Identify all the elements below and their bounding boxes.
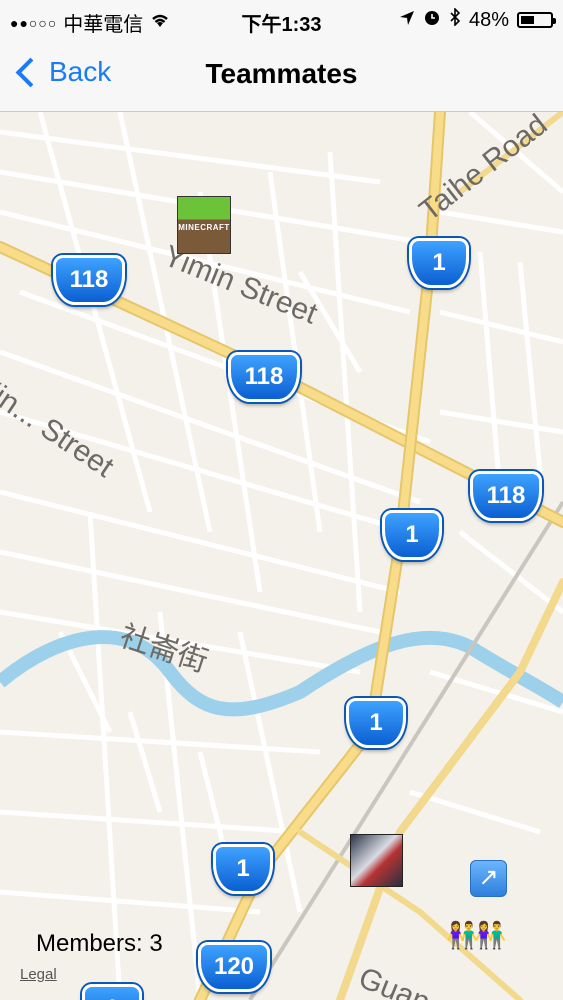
route-shield-118[interactable]: 118 (228, 352, 300, 402)
members-count: Members: 3 (36, 930, 163, 957)
teammate-avatar-robot[interactable] (350, 834, 403, 887)
alarm-clock-icon (423, 8, 441, 32)
route-shield-118[interactable]: 118 (470, 471, 542, 521)
route-shield-1[interactable]: 1 (382, 510, 442, 560)
route-shield-1[interactable]: 1 (409, 238, 469, 288)
route-shield-118[interactable]: 118 (53, 255, 125, 305)
legal-link[interactable]: Legal (20, 966, 57, 983)
status-bar: ●●○○○ 中華電信 下午1:33 48% (0, 0, 563, 38)
minecraft-caption: MINECRAFT (178, 223, 230, 232)
people-icon: 👫👫 (446, 920, 507, 950)
map-view[interactable]: Taihe Road Yimin Street Xin... Street 社崙… (0, 112, 563, 1000)
route-shield-1[interactable]: 1 (82, 984, 142, 1000)
route-shield-120[interactable]: 120 (198, 942, 270, 992)
route-shield-1[interactable]: 1 (213, 844, 273, 894)
route-shield-1[interactable]: 1 (346, 698, 406, 748)
navigation-bar: Back Teammates (0, 38, 563, 112)
battery-percent: 48% (468, 8, 509, 31)
page-title: Teammates (205, 58, 358, 89)
river (0, 630, 563, 717)
bluetooth-icon (449, 7, 461, 32)
status-right-group: 48% (399, 7, 556, 32)
arrow-up-right-icon[interactable]: ↗ (470, 860, 507, 897)
battery-fill (521, 16, 534, 24)
teammate-avatar-minecraft[interactable]: MINECRAFT (177, 196, 231, 254)
battery-icon (517, 12, 556, 28)
location-arrow-icon (399, 9, 415, 32)
